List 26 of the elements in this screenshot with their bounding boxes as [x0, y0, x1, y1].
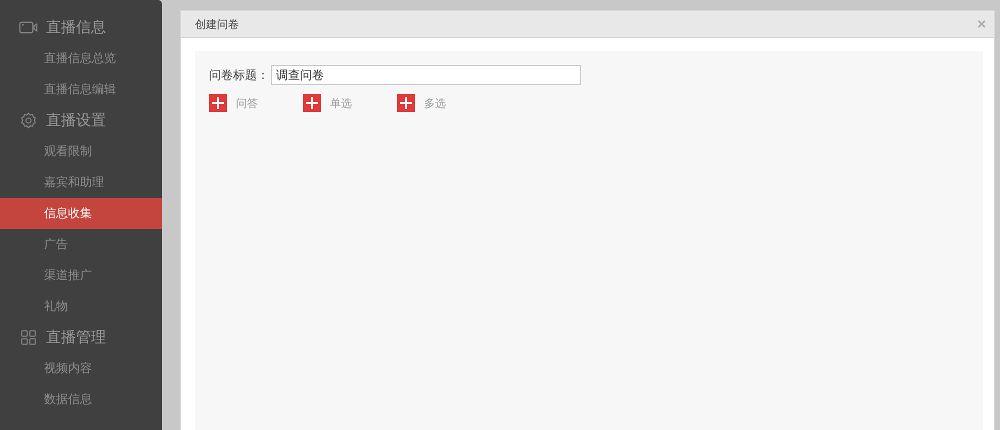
field-label: 问卷标题：: [209, 66, 269, 84]
sidebar-item[interactable]: 嘉宾和助理: [0, 167, 162, 198]
sidebar-item[interactable]: 渠道推广: [0, 260, 162, 291]
sidebar-item[interactable]: 视频内容: [0, 353, 162, 384]
camera-icon: [19, 19, 38, 36]
dialog-title: 创建问卷: [195, 16, 239, 32]
title-input[interactable]: 调查问卷: [271, 65, 581, 85]
settings-icon: [19, 112, 38, 129]
sidebar-item[interactable]: 直播信息编辑: [0, 74, 162, 105]
sidebar-item[interactable]: 直播信息总览: [0, 43, 162, 74]
sidebar-item[interactable]: 礼物: [0, 291, 162, 322]
sidebar-group-title[interactable]: 直播设置: [46, 111, 106, 130]
sidebar-group-title[interactable]: 直播信息: [46, 18, 106, 37]
sidebar-group-title[interactable]: 直播管理: [46, 328, 106, 347]
sidebar-item[interactable]: 数据信息: [0, 384, 162, 415]
add-question-link[interactable]: 问答: [236, 96, 258, 110]
plus-icon[interactable]: [209, 94, 227, 112]
add-question-link[interactable]: 多选: [424, 96, 446, 110]
grid-icon: [19, 329, 38, 346]
plus-icon[interactable]: [397, 94, 415, 112]
sidebar-item[interactable]: 信息收集: [0, 198, 162, 229]
sidebar-item[interactable]: 广告: [0, 229, 162, 260]
plus-icon[interactable]: [303, 94, 321, 112]
close-button[interactable]: ×: [977, 16, 986, 32]
add-question-link[interactable]: 单选: [330, 96, 352, 110]
sidebar-item[interactable]: 观看限制: [0, 136, 162, 167]
